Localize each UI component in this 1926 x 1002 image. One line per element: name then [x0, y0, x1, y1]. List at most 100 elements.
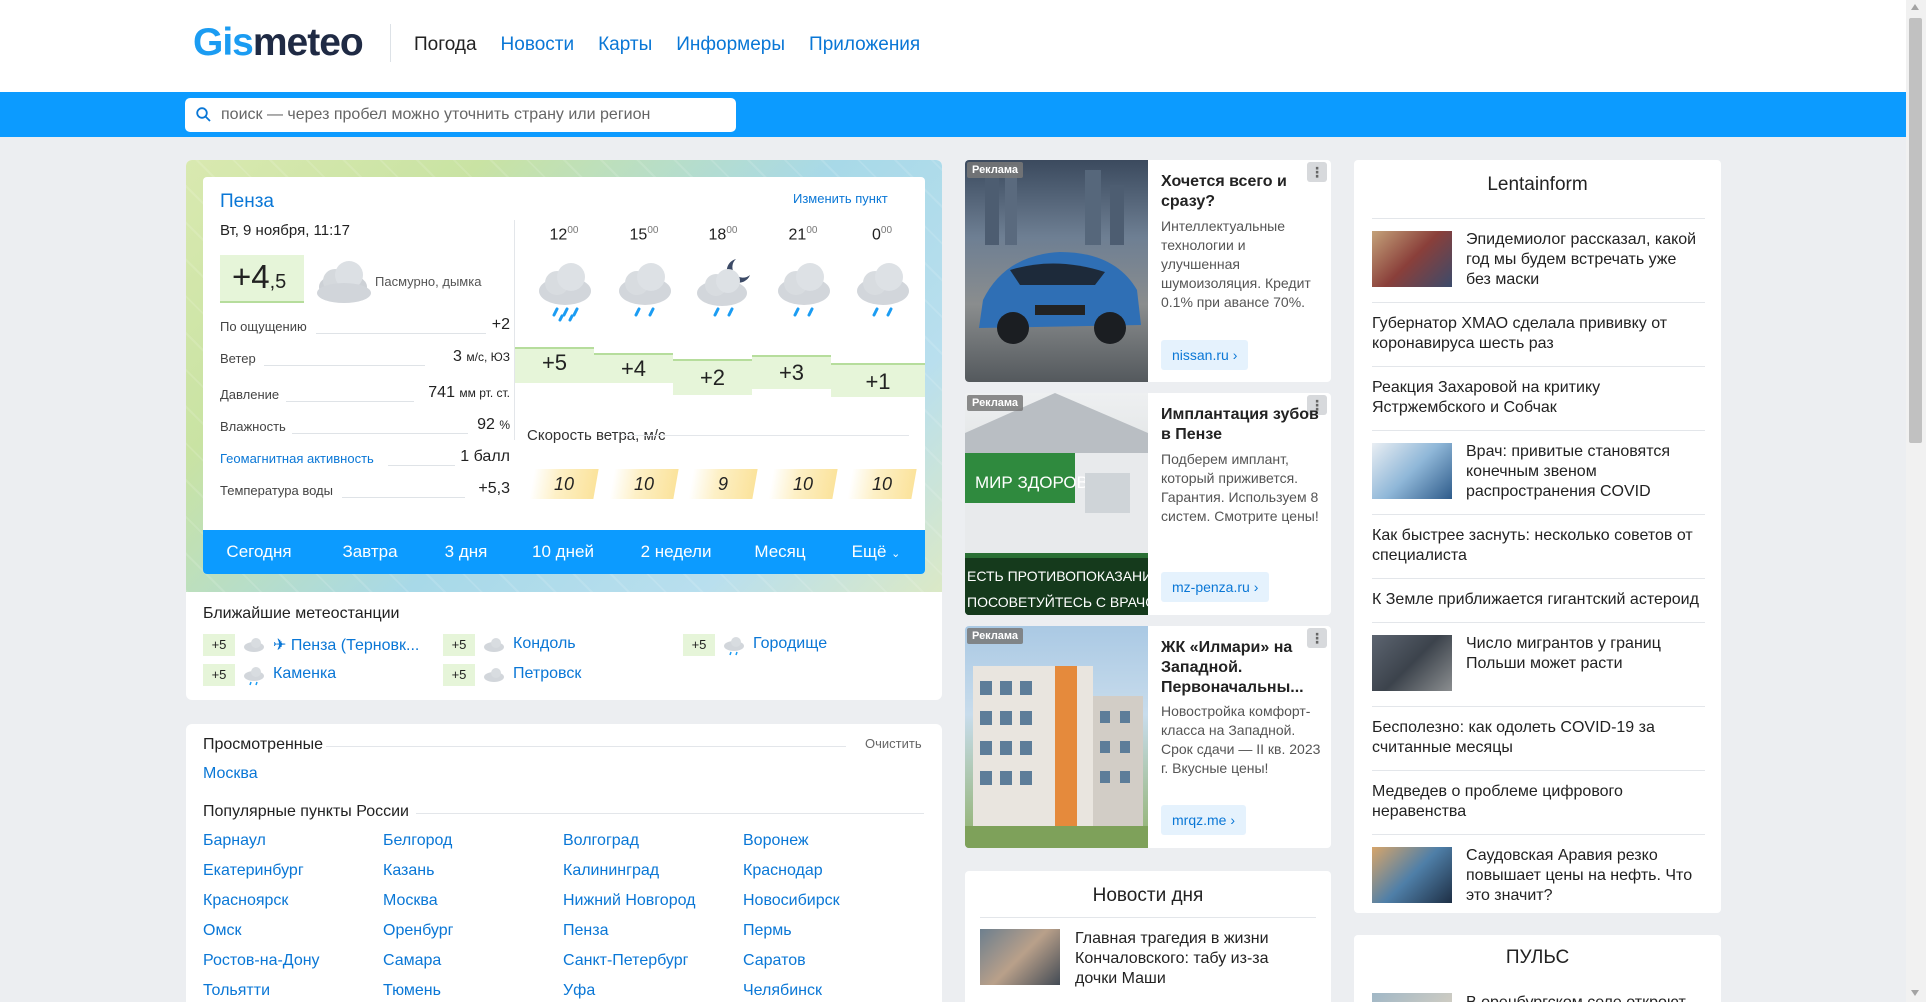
tab-today[interactable]: Сегодня	[203, 530, 315, 574]
popular-city-link[interactable]: Омск	[203, 922, 241, 940]
viewed-city-link[interactable]: Москва	[203, 765, 258, 783]
popular-city-link[interactable]: Самара	[383, 952, 441, 970]
popular-city-link[interactable]: Саратов	[743, 952, 806, 970]
lentainform-item[interactable]: Как быстрее заснуть: несколько советов о…	[1372, 514, 1705, 578]
popular-city-link[interactable]: Новосибирск	[743, 892, 840, 910]
lentainform-item[interactable]: Бесполезно: как одолеть COVID-19 за счит…	[1372, 706, 1705, 770]
popular-city-link[interactable]: Уфа	[563, 982, 595, 1000]
lentainform-headline[interactable]: К Земле приближается гигантский астероид	[1372, 590, 1705, 610]
station-item[interactable]: +5 ✈ Пенза (Терновк...	[203, 634, 433, 656]
scroll-down-arrow-icon[interactable]	[1911, 990, 1919, 996]
clear-button[interactable]: Очистить	[865, 736, 922, 751]
popular-divider	[416, 813, 924, 814]
news-image[interactable]	[980, 929, 1060, 985]
lentainform-headline[interactable]: Реакция Захаровой на критику Ястржембско…	[1372, 378, 1705, 418]
ad-block[interactable]: Реклама ⋮ Хочется всего и сразу? Интелле…	[965, 160, 1331, 382]
city-name[interactable]: Пенза	[220, 191, 274, 213]
popular-city-link[interactable]: Пермь	[743, 922, 792, 940]
forecast-hour: 2100	[771, 225, 835, 244]
lentainform-headline[interactable]: Губернатор ХМАО сделала прививку от коро…	[1372, 314, 1705, 354]
popular-city-link[interactable]: Тольятти	[203, 982, 270, 1000]
ad-image[interactable]	[965, 626, 1148, 848]
nav-informers[interactable]: Информеры	[676, 33, 785, 57]
ad-button[interactable]: mz-penza.ru ›	[1161, 572, 1270, 602]
ad-button[interactable]: mrqz.me ›	[1161, 805, 1246, 835]
param-unit: %	[499, 418, 510, 432]
search-input[interactable]	[221, 105, 721, 125]
scrollbar-thumb[interactable]	[1909, 18, 1922, 443]
tab-tomorrow[interactable]: Завтра	[315, 530, 425, 574]
lentainform-headline[interactable]: Медведев о проблеме цифрового неравенств…	[1372, 782, 1705, 822]
ad-image[interactable]	[965, 160, 1148, 382]
lentainform-headline[interactable]: Как быстрее заснуть: несколько советов о…	[1372, 526, 1705, 566]
ad-title[interactable]: ЖК «Илмари» на Западной. Первоначальны..…	[1161, 638, 1321, 698]
ad-image[interactable]: МИР ЗДОРОВЬЯ ЕСТЬ ПРОТИВОПОКАЗАНИЯ ПОСОВЕТ…	[965, 393, 1168, 615]
current-date: Вт, 9 ноября, 11:17	[220, 222, 350, 239]
ad-button[interactable]: nissan.ru ›	[1161, 340, 1249, 370]
popular-city-link[interactable]: Волгоград	[563, 832, 639, 850]
tab-2-weeks[interactable]: 2 недели	[619, 530, 733, 574]
hour-value: 12	[549, 226, 568, 244]
popular-city-link[interactable]: Воронеж	[743, 832, 809, 850]
param-divider	[388, 465, 455, 466]
lentainform-item[interactable]: Эпидемиолог рассказал, какой год мы буде…	[1372, 218, 1705, 302]
night-cloud-rain-icon	[697, 259, 750, 317]
ad-title[interactable]: Имплантация зубов в Пензе	[1161, 405, 1321, 445]
popular-city-link[interactable]: Москва	[383, 892, 438, 910]
nav-news[interactable]: Новости	[501, 33, 575, 57]
nav-maps[interactable]: Карты	[598, 33, 652, 57]
station-item[interactable]: +5 Кондоль	[443, 634, 643, 656]
lentainform-item[interactable]: Медведев о проблеме цифрового неравенств…	[1372, 770, 1705, 834]
popular-city-link[interactable]: Екатеринбург	[203, 862, 304, 880]
gismeteo-logo[interactable]: Gismeteo	[193, 20, 364, 65]
tab-3-days[interactable]: 3 дня	[425, 530, 507, 574]
ad-block[interactable]: МИР ЗДОРОВЬЯ ЕСТЬ ПРОТИВОПОКАЗАНИЯ ПОСОВЕТ…	[965, 393, 1331, 615]
popular-city-link[interactable]: Тюмень	[383, 982, 441, 1000]
popular-city-link[interactable]: Белгород	[383, 832, 452, 850]
change-city-link[interactable]: Изменить пункт	[793, 191, 888, 206]
news-headline[interactable]: Главная трагедия в жизни Кончаловского: …	[1075, 929, 1315, 989]
nav-apps[interactable]: Приложения	[809, 33, 920, 57]
lentainform-item[interactable]: Саудовская Аравия резко повышает цены на…	[1372, 834, 1705, 918]
popular-city-link[interactable]: Калининград	[563, 862, 659, 880]
lentainform-item[interactable]: Губернатор ХМАО сделала прививку от коро…	[1372, 302, 1705, 366]
news-thumbnail[interactable]	[1372, 231, 1452, 287]
lentainform-headline[interactable]: Эпидемиолог рассказал, какой год мы буде…	[1466, 230, 1705, 290]
station-item[interactable]: +5 Каменка	[203, 664, 403, 686]
ad-block[interactable]: Реклама ⋮ ЖК «Илмари» на Западной. Перво…	[965, 626, 1331, 848]
lentainform-item[interactable]: Врач: привитые становятся конечным звено…	[1372, 430, 1705, 514]
lentainform-headline[interactable]: Саудовская Аравия резко повышает цены на…	[1466, 846, 1705, 906]
popular-city-link[interactable]: Красноярск	[203, 892, 288, 910]
lentainform-headline[interactable]: Врач: привитые становятся конечным звено…	[1466, 442, 1705, 502]
lentainform-item[interactable]: Число мигрантов у границ Польши может ра…	[1372, 622, 1705, 706]
tab-10-days[interactable]: 10 дней	[507, 530, 619, 574]
popular-city-link[interactable]: Барнаул	[203, 832, 266, 850]
station-item[interactable]: +5 Городище	[683, 634, 883, 656]
nav-weather[interactable]: Погода	[414, 33, 477, 57]
lentainform-item[interactable]: Реакция Захаровой на критику Ястржембско…	[1372, 366, 1705, 430]
news-thumbnail[interactable]	[1372, 443, 1452, 499]
puls-image[interactable]	[1372, 993, 1452, 1002]
news-thumbnail[interactable]	[1372, 635, 1452, 691]
popular-city-link[interactable]: Пенза	[563, 922, 608, 940]
param-wind: Ветер 3 м/с, ЮЗ	[220, 348, 510, 370]
station-item[interactable]: +5 Петровск	[443, 664, 643, 686]
hour-minutes: 00	[880, 225, 893, 236]
puls-headline[interactable]: В оренбургском селе откроют	[1466, 993, 1706, 1002]
popular-city-link[interactable]: Ростов-на-Дону	[203, 952, 320, 970]
news-thumbnail[interactable]	[1372, 847, 1452, 903]
tab-month[interactable]: Месяц	[733, 530, 827, 574]
lentainform-item[interactable]: К Земле приближается гигантский астероид	[1372, 578, 1705, 622]
popular-city-link[interactable]: Челябинск	[743, 982, 822, 1000]
lentainform-headline[interactable]: Число мигрантов у границ Польши может ра…	[1466, 634, 1705, 674]
popular-city-link[interactable]: Оренбург	[383, 922, 453, 940]
popular-city-link[interactable]: Казань	[383, 862, 434, 880]
ad-title[interactable]: Хочется всего и сразу?	[1161, 172, 1321, 212]
popular-city-link[interactable]: Краснодар	[743, 862, 823, 880]
lentainform-headline[interactable]: Бесполезно: как одолеть COVID-19 за счит…	[1372, 718, 1705, 758]
popular-city-link[interactable]: Нижний Новгород	[563, 892, 695, 910]
geomagnetic-link[interactable]: Геомагнитная активность	[220, 451, 374, 466]
popular-city-link[interactable]: Санкт-Петербург	[563, 952, 688, 970]
tab-more[interactable]: Ещё ⌄	[827, 530, 925, 574]
scroll-up-arrow-icon[interactable]	[1911, 4, 1919, 10]
